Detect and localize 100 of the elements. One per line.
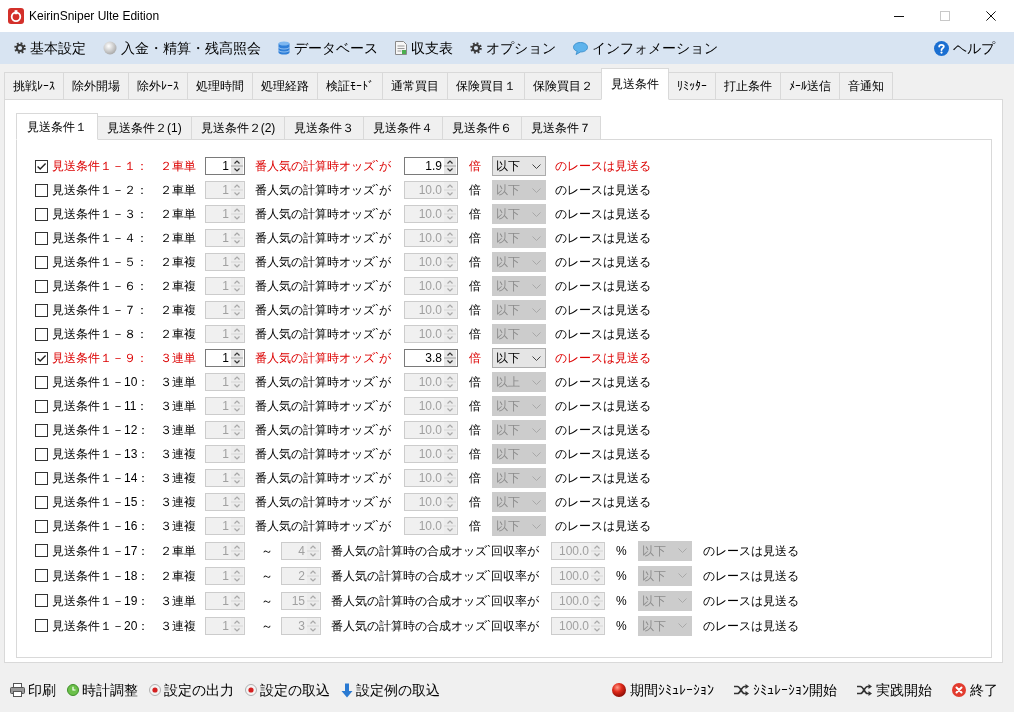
minimize-icon[interactable] [894,15,904,17]
number-spinner[interactable]: 1 [205,277,245,295]
number-spinner[interactable]: 1 [205,469,245,487]
dropdown[interactable]: 以下 [492,228,546,248]
toolbar-button[interactable]: 設定の取込 [245,679,330,701]
number-spinner[interactable]: 100.0 [551,541,605,560]
tab[interactable]: 見送条件 [601,68,669,100]
dropdown[interactable]: 以下 [492,300,546,320]
close-icon[interactable] [986,11,996,21]
dropdown[interactable]: 以下 [492,516,546,536]
dropdown[interactable]: 以下 [492,180,546,200]
number-spinner[interactable]: 10.0 [404,325,458,343]
checkbox[interactable] [35,519,48,533]
number-spinner[interactable]: 10.0 [404,517,458,535]
number-spinner[interactable]: 1 [205,421,245,439]
checkbox[interactable] [35,495,48,509]
number-spinner[interactable]: 1 [205,591,245,610]
number-spinner[interactable]: 10.0 [404,277,458,295]
checkbox[interactable] [35,183,48,197]
checkbox[interactable] [35,255,48,269]
dropdown[interactable]: 以下 [492,252,546,272]
number-spinner[interactable]: 3.8 [404,349,458,367]
number-spinner[interactable]: 10.0 [404,301,458,319]
checkbox[interactable] [35,399,48,413]
checkbox[interactable] [35,327,48,341]
number-spinner[interactable]: 1 [205,397,245,415]
number-spinner[interactable]: 2 [281,566,321,585]
dropdown[interactable]: 以下 [492,492,546,512]
checkbox[interactable] [35,279,48,293]
dropdown[interactable]: 以下 [492,468,546,488]
number-spinner[interactable]: 1 [205,566,245,585]
number-spinner[interactable]: 1 [205,541,245,560]
checkbox[interactable] [35,544,48,557]
menu-item[interactable]: 入金・精算・残高照会 [103,37,261,59]
tab[interactable]: 見送条件２(1) [97,116,192,140]
number-spinner[interactable]: 3 [281,616,321,635]
number-spinner[interactable]: 1 [205,445,245,463]
dropdown[interactable]: 以下 [492,444,546,464]
checkbox[interactable] [35,231,48,245]
number-spinner[interactable]: 1 [205,325,245,343]
dropdown[interactable]: 以下 [492,420,546,440]
tab[interactable]: 見送条件７ [521,116,602,140]
number-spinner[interactable]: 1 [205,181,245,199]
number-spinner[interactable]: 1 [205,493,245,511]
menu-item[interactable]: インフォメーション [573,37,718,59]
checkbox[interactable] [35,303,48,317]
dropdown[interactable]: 以下 [492,348,546,368]
checkbox[interactable] [35,447,48,461]
checkbox[interactable] [35,619,48,632]
tab[interactable]: 見送条件４ [363,116,444,140]
number-spinner[interactable]: 1 [205,517,245,535]
tab[interactable]: 見送条件６ [442,116,523,140]
toolbar-button[interactable]: 時計調整 [67,679,138,701]
number-spinner[interactable]: 10.0 [404,253,458,271]
tab[interactable]: 音通知 [839,72,893,100]
number-spinner[interactable]: 10.0 [404,205,458,223]
number-spinner[interactable]: 10.0 [404,397,458,415]
number-spinner[interactable]: 100.0 [551,616,605,635]
checkbox[interactable] [35,423,48,437]
number-spinner[interactable]: 10.0 [404,493,458,511]
number-spinner[interactable]: 1 [205,229,245,247]
dropdown[interactable]: 以下 [638,615,692,636]
dropdown[interactable]: 以下 [492,324,546,344]
checkbox[interactable] [35,471,48,485]
tab[interactable]: 見送条件１ [16,113,98,140]
tab[interactable]: 見送条件３ [284,116,365,140]
toolbar-button[interactable]: 設定例の取込 [341,679,440,701]
checkbox[interactable] [35,207,48,221]
dropdown[interactable]: 以下 [638,590,692,611]
number-spinner[interactable]: 10.0 [404,421,458,439]
number-spinner[interactable]: 100.0 [551,591,605,610]
number-spinner[interactable]: 4 [281,541,321,560]
number-spinner[interactable]: 1 [205,349,245,367]
checkbox[interactable] [35,351,48,365]
number-spinner[interactable]: 1 [205,253,245,271]
tab[interactable]: 見送条件２(2) [190,116,286,140]
dropdown[interactable]: 以下 [492,204,546,224]
checkbox[interactable] [35,594,48,607]
number-spinner[interactable]: 1 [205,157,245,175]
dropdown[interactable]: 以下 [638,540,692,561]
toolbar-button[interactable]: 印刷 [10,679,56,701]
checkbox[interactable] [35,375,48,389]
dropdown[interactable]: 以下 [492,396,546,416]
tab[interactable]: 挑戦ﾚｰｽ [4,72,64,100]
toolbar-button[interactable]: 設定の出力 [149,679,234,701]
dropdown[interactable]: 以下 [638,565,692,586]
number-spinner[interactable]: 1 [205,616,245,635]
menu-item[interactable]: データベース [278,37,378,59]
help-menu-item[interactable]: ヘルプ [934,37,995,59]
toolbar-button[interactable]: 終了 [952,679,998,701]
menu-item[interactable]: 基本設定 [14,37,86,59]
checkbox[interactable] [35,159,48,173]
number-spinner[interactable]: 10.0 [404,445,458,463]
menu-item[interactable]: 収支表 [395,37,453,59]
dropdown[interactable]: 以下 [492,156,546,176]
number-spinner[interactable]: 1 [205,373,245,391]
menu-item[interactable]: オプション [470,37,556,59]
dropdown[interactable]: 以下 [492,276,546,296]
toolbar-button[interactable]: 実践開始 [857,679,932,701]
number-spinner[interactable]: 100.0 [551,566,605,585]
